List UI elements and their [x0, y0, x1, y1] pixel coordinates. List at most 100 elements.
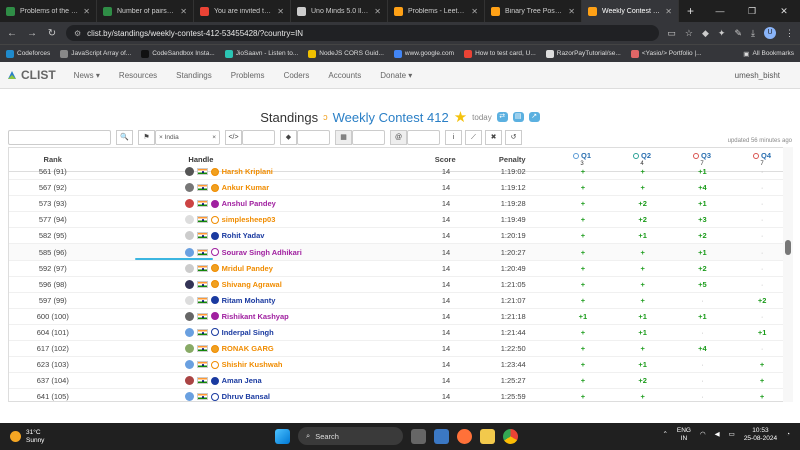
avatar[interactable]	[184, 263, 194, 273]
tray-chevron-icon[interactable]: ⌃	[662, 431, 667, 439]
contest-link[interactable]: Weekly Contest 412	[333, 110, 449, 125]
site-nav-item[interactable]: Accounts	[328, 71, 361, 80]
bookmark-star-icon[interactable]: ☆	[685, 28, 693, 39]
bookmark-item[interactable]: RazorPayTutorial/se...	[545, 49, 621, 58]
account-input[interactable]	[407, 129, 440, 145]
forward-icon[interactable]: →	[26, 28, 38, 39]
problem-result-cell[interactable]: +	[553, 360, 613, 369]
avatar[interactable]	[184, 295, 194, 305]
question-header[interactable]: Q3 7	[672, 151, 732, 169]
site-nav-item[interactable]: News ▾	[74, 71, 100, 80]
table-row[interactable]: 573 (93) Anshul Pandey 14 1:19:28 + +2 +1 ·	[9, 196, 792, 213]
avatar[interactable]	[184, 199, 194, 209]
avatar[interactable]	[184, 392, 194, 401]
tab-close-icon[interactable]: ✕	[471, 7, 478, 16]
tab-close-icon[interactable]: ✕	[83, 7, 90, 16]
problem-result-cell[interactable]: ·	[673, 328, 733, 337]
url-text[interactable]: clist.by/standings/weekly-contest-412-53…	[87, 29, 303, 38]
language-indicator[interactable]: ENG IN	[677, 427, 691, 443]
handle-link[interactable]: Shivang Agrawal	[222, 280, 282, 289]
problem-result-cell[interactable]: +2	[673, 264, 733, 273]
handle-link[interactable]: simplesheep03	[222, 215, 276, 224]
bookmark-item[interactable]: CodeSandbox Insta...	[141, 49, 215, 58]
avatar[interactable]	[184, 376, 194, 386]
handle-header[interactable]: Handle	[96, 155, 417, 164]
handle-link[interactable]: Rishikant Kashyap	[222, 312, 289, 321]
extensions-puzzle-icon[interactable]: ✦	[718, 28, 726, 39]
problem-result-cell[interactable]: +	[553, 264, 613, 273]
bookmark-item[interactable]: NodeJS CORS Guid...	[308, 49, 384, 58]
list-filter-icon[interactable]: ▦	[335, 129, 352, 145]
country-select[interactable]: × India ×	[155, 129, 220, 145]
table-row[interactable]: 585 (96) Sourav Singh Adhikari 14 1:20:27 + +…	[9, 244, 792, 261]
problem-result-cell[interactable]: +1	[613, 312, 673, 321]
problem-result-cell[interactable]: +3	[673, 215, 733, 224]
problem-result-cell[interactable]: +4	[673, 183, 733, 192]
tag-input[interactable]	[297, 129, 330, 145]
avatar[interactable]	[184, 327, 194, 337]
problem-result-cell[interactable]: ·	[673, 360, 733, 369]
penalty-header[interactable]: Penalty	[473, 155, 552, 164]
task-view-icon[interactable]	[411, 428, 426, 444]
problem-result-cell[interactable]: +	[553, 296, 613, 305]
problem-result-cell[interactable]: +1	[613, 328, 673, 337]
site-nav-item[interactable]: Coders	[284, 71, 310, 80]
at-filter-icon[interactable]: @	[390, 129, 407, 145]
rank-header[interactable]: Rank	[9, 155, 96, 164]
bookmark-item[interactable]: JioSaavn - Listen to...	[224, 49, 298, 58]
problem-result-cell[interactable]: +	[553, 215, 613, 224]
avatar[interactable]	[184, 215, 194, 225]
file-explorer-icon[interactable]	[480, 428, 495, 444]
site-info-icon[interactable]: ⚙	[74, 29, 81, 38]
handle-link[interactable]: Inderpal Singh	[222, 328, 274, 337]
problem-result-cell[interactable]: ·	[673, 376, 733, 385]
problem-result-cell[interactable]: +4	[673, 344, 733, 353]
tab-close-icon[interactable]: ✕	[665, 7, 672, 16]
problem-result-cell[interactable]: +	[553, 392, 613, 401]
question-header[interactable]: Q1 3	[552, 151, 612, 169]
menu-icon[interactable]: ⋮	[785, 28, 794, 39]
table-row[interactable]: 641 (105) Dhruv Bansal 14 1:25:59 + + · +	[9, 389, 792, 401]
new-tab-button[interactable]: +	[679, 4, 702, 18]
browser-tab[interactable]: You are invited to lo ✕	[194, 0, 291, 22]
problem-result-cell[interactable]: +2	[673, 231, 733, 240]
handle-link[interactable]: Mridul Pandey	[222, 264, 273, 273]
all-bookmarks[interactable]: ▣ All Bookmarks	[743, 50, 794, 58]
table-row[interactable]: 597 (99) Ritam Mohanty 14 1:21:07 + + · +2	[9, 293, 792, 309]
tab-close-icon[interactable]: ✕	[568, 7, 575, 16]
problem-result-cell[interactable]: ·	[673, 392, 733, 401]
site-nav-item[interactable]: Donate ▾	[380, 71, 412, 80]
downloads-icon[interactable]: ⤓	[751, 28, 755, 39]
clear-country-icon[interactable]: ×	[209, 131, 219, 144]
cast-icon[interactable]: ▭	[667, 28, 676, 39]
problem-result-cell[interactable]: +	[553, 328, 613, 337]
avatar[interactable]	[184, 360, 194, 370]
bookmark-item[interactable]: Codeforces	[6, 49, 50, 58]
notification-icon[interactable]: ◔	[786, 431, 790, 439]
shuffle-icon[interactable]: ✖	[485, 129, 502, 145]
table-row[interactable]: 617 (102) RONAK GARG 14 1:22:50 + + +4 ·	[9, 341, 792, 358]
chrome-icon[interactable]	[503, 428, 518, 444]
clock[interactable]: 10:53 25-08-2024	[744, 427, 777, 443]
table-row[interactable]: 567 (92) Ankur Kumar 14 1:19:12 + + +4 ·	[9, 180, 792, 197]
table-row[interactable]: 623 (103) Shishir Kushwah 14 1:23:44 + +1 · +	[9, 357, 792, 374]
browser-tab[interactable]: Weekly Contest 412 ✕	[582, 0, 679, 22]
avatar[interactable]	[184, 247, 194, 257]
profile-avatar[interactable]: U	[764, 27, 776, 39]
flag-filter-icon[interactable]: ⚑	[138, 129, 155, 145]
scrollbar-thumb[interactable]	[785, 240, 791, 255]
bookmark-item[interactable]: <Yasio/> Portfolio |...	[630, 49, 702, 58]
language-input[interactable]	[242, 129, 275, 145]
problem-result-cell[interactable]: +1	[553, 312, 613, 321]
problem-result-cell[interactable]: +1	[673, 167, 733, 176]
handle-link[interactable]: Shishir Kushwah	[222, 360, 283, 369]
problem-result-cell[interactable]: +2	[613, 215, 673, 224]
problem-result-cell[interactable]: +1	[673, 312, 733, 321]
problem-result-cell[interactable]: +2	[613, 199, 673, 208]
tab-close-icon[interactable]: ✕	[277, 7, 284, 16]
problem-result-cell[interactable]: +	[613, 280, 673, 289]
avatar[interactable]	[184, 344, 194, 354]
handle-link[interactable]: Ritam Mohanty	[222, 296, 276, 305]
url-bar[interactable]: ⚙ clist.by/standings/weekly-contest-412-…	[66, 25, 660, 41]
extension-icon[interactable]: ◆	[702, 28, 709, 39]
